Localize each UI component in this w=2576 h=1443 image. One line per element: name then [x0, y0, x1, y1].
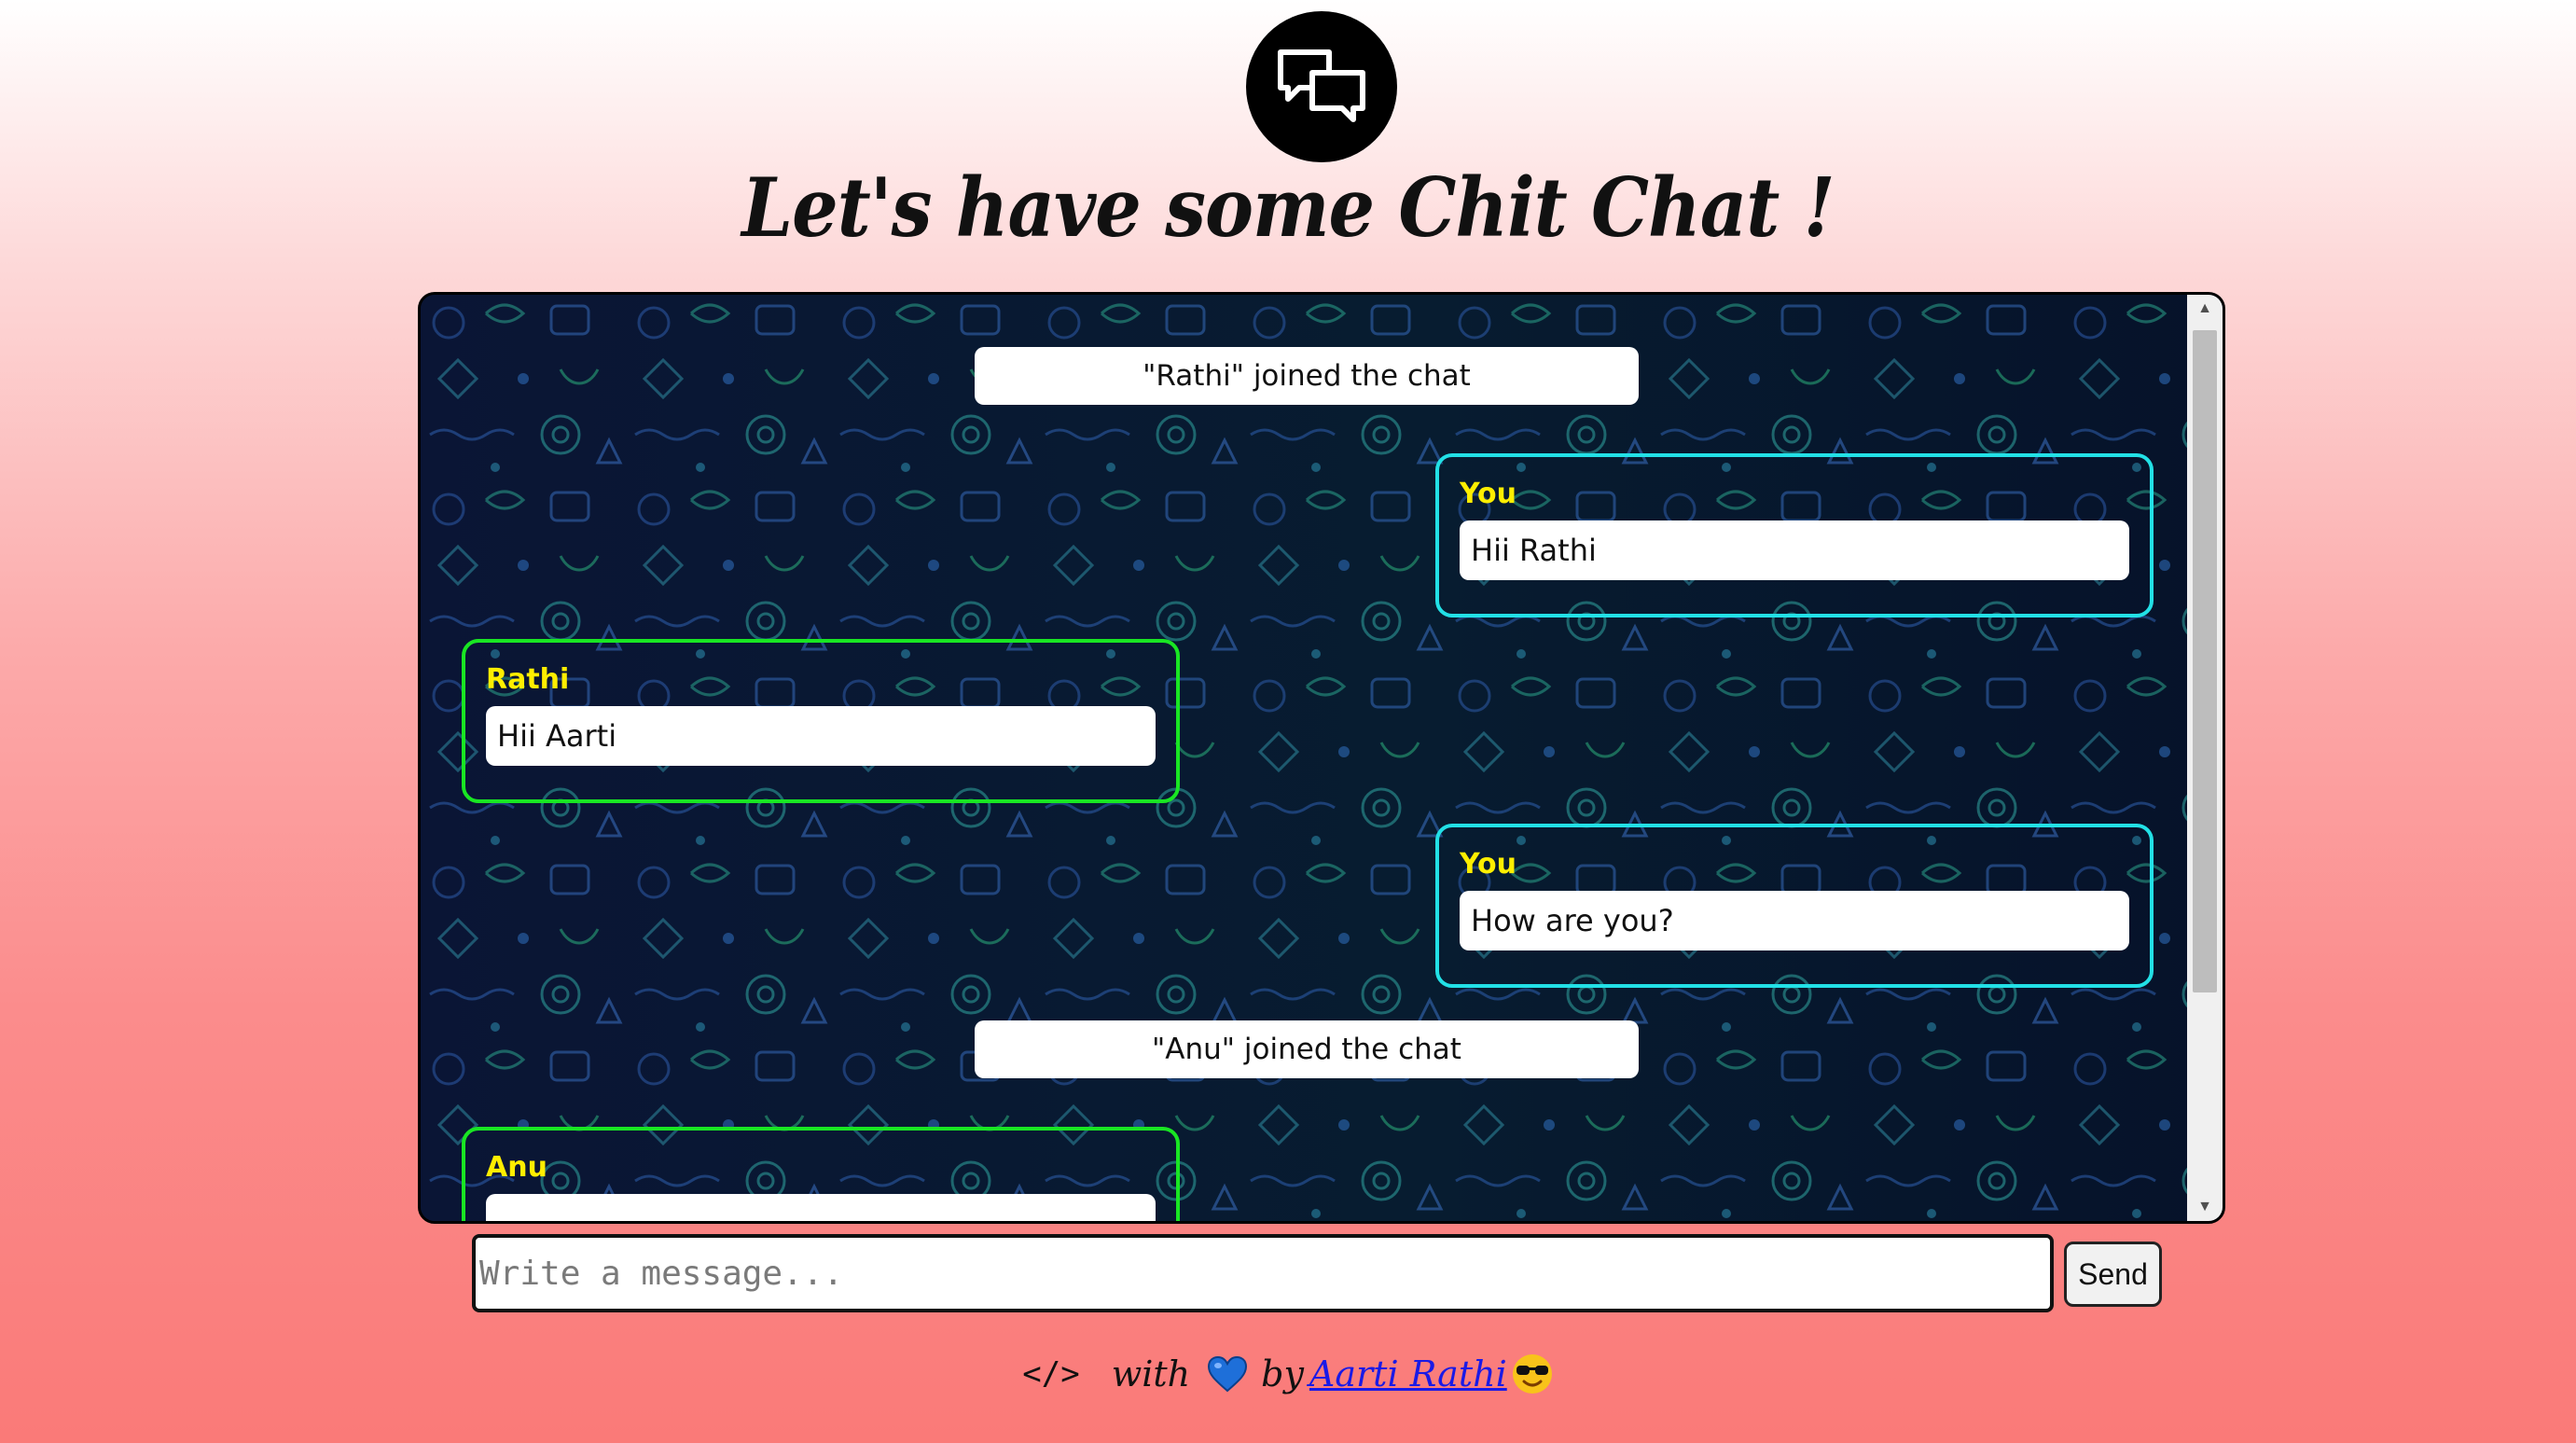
message-text: How are you?: [1460, 891, 2129, 950]
scroll-up-arrow-icon[interactable]: ▲: [2187, 295, 2223, 323]
outgoing-message: You How are you?: [1435, 824, 2154, 988]
sender-name: Anu: [486, 1151, 547, 1184]
send-button[interactable]: Send: [2064, 1242, 2162, 1307]
system-message: "Anu" joined the chat: [975, 1020, 1639, 1078]
outgoing-message: You Hii Rathi: [1435, 453, 2154, 617]
system-message: "Rathi" joined the chat: [975, 347, 1639, 405]
message-text: [486, 1194, 1156, 1221]
scroll-thumb[interactable]: [2193, 330, 2217, 992]
sender-name: You: [1460, 848, 1517, 881]
incoming-message: Rathi Hii Aarti: [462, 639, 1180, 803]
sender-name: Rathi: [486, 663, 570, 696]
chat-bubbles-icon: [1278, 49, 1365, 122]
message-text: Hii Aarti: [486, 706, 1156, 766]
scroll-down-arrow-icon[interactable]: ▼: [2187, 1193, 2223, 1221]
chat-window[interactable]: "Rathi" joined the chat You Hii Rathi Ra…: [418, 292, 2225, 1224]
sender-name: You: [1460, 478, 1517, 510]
blue-heart-icon: [1207, 1355, 1248, 1393]
page-title: Let's have some Chit Chat !: [741, 160, 1835, 257]
author-link[interactable]: Aarti Rathi: [1309, 1353, 1507, 1394]
chat-scrollbar[interactable]: ▲ ▼: [2187, 295, 2223, 1221]
sunglasses-emoji-icon: [1511, 1353, 1554, 1395]
code-symbol: </>: [1022, 1355, 1080, 1393]
chat-logo: [1246, 11, 1397, 162]
message-text: Hii Rathi: [1460, 520, 2129, 580]
footer-by-text: by: [1261, 1353, 1304, 1394]
message-list[interactable]: "Rathi" joined the chat You Hii Rathi Ra…: [421, 295, 2187, 1221]
footer: </> with by Aarti Rathi: [0, 1341, 2576, 1407]
message-input[interactable]: [472, 1234, 2054, 1312]
incoming-message: Anu: [462, 1127, 1180, 1221]
footer-with-text: with: [1111, 1353, 1191, 1394]
